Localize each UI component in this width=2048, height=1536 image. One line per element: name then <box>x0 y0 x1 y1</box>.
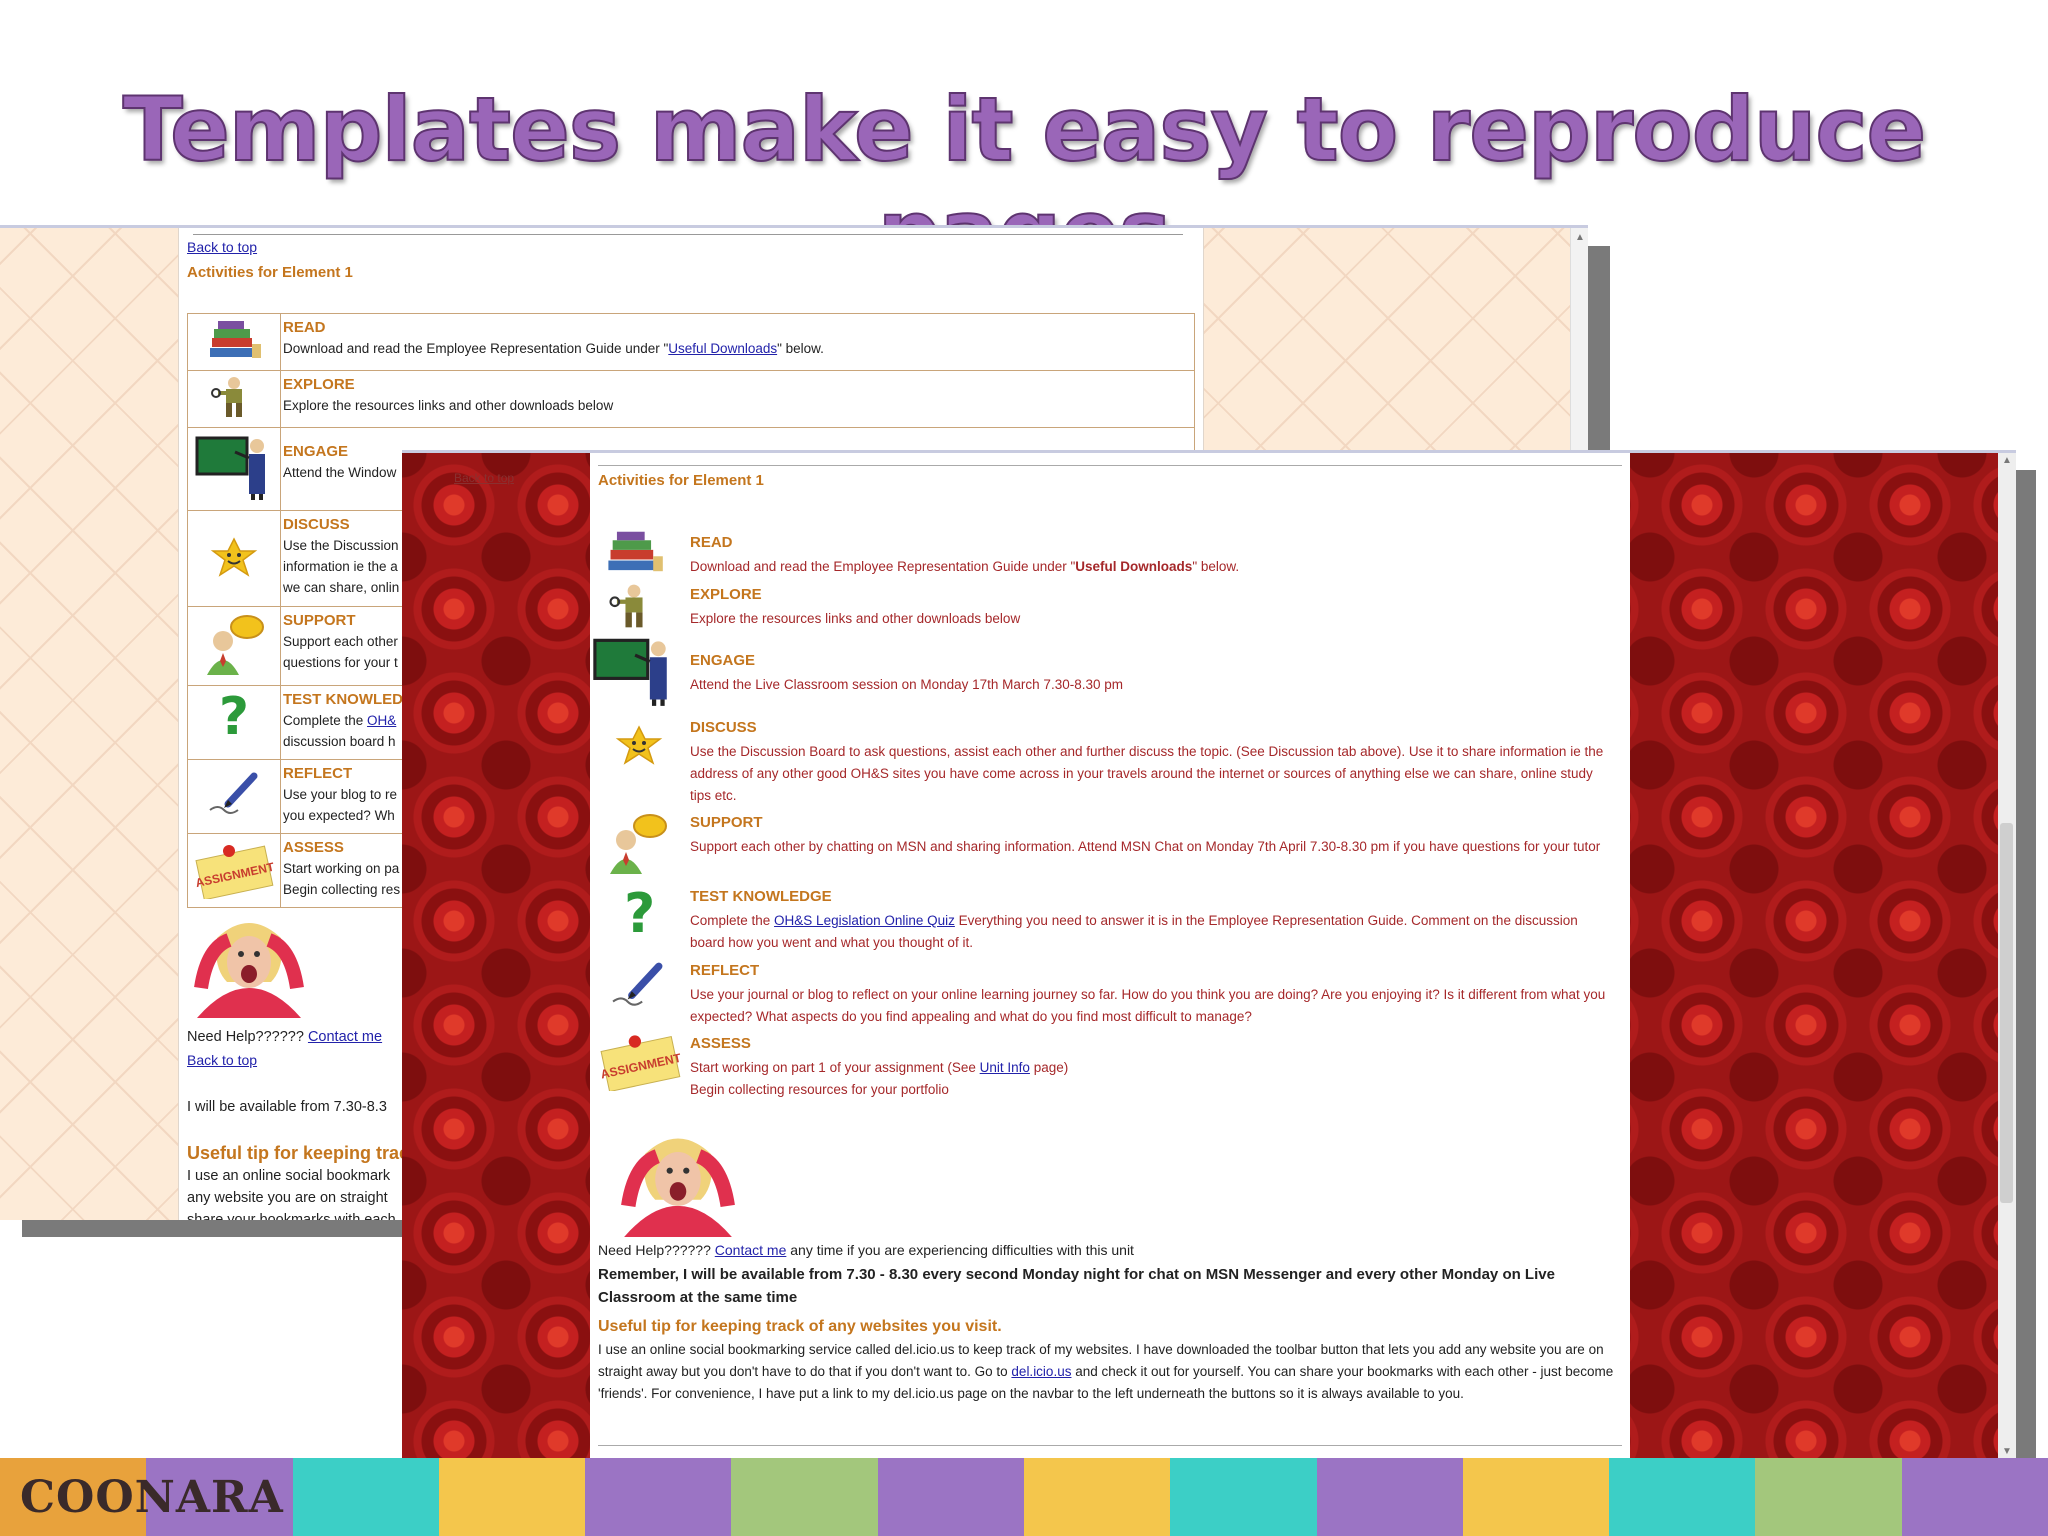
banner-stripe <box>877 1458 1024 1536</box>
banner-stripe <box>1901 1458 2048 1536</box>
banner-stripe <box>1023 1458 1171 1536</box>
quiz-link[interactable]: OH&S Legislation Online Quiz <box>774 913 955 928</box>
activity-read: READ Download and read the Employee Repre… <box>280 313 1195 371</box>
useful-tip-heading: Useful tip for keeping track of any webs… <box>598 1318 1002 1335</box>
banner-stripe <box>731 1458 878 1536</box>
scrollbar-thumb[interactable] <box>2000 823 2013 1203</box>
banner-stripe <box>1755 1458 1902 1536</box>
quiz-link[interactable]: OH& <box>367 713 396 728</box>
activity-support: SUPPORT Support each other by chatting o… <box>590 814 1630 884</box>
tip-paragraph: I use an online social bookmarking servi… <box>598 1342 1614 1401</box>
tip-line: share your bookmarks with each <box>187 1212 396 1220</box>
scroll-up-icon[interactable]: ▲ <box>2002 455 2012 466</box>
assignment-note-icon: ASSIGNMENT <box>187 833 281 908</box>
back-to-top-link[interactable]: Back to top <box>454 471 514 485</box>
need-help-text: Need Help?????? Contact me any time if y… <box>598 1242 1134 1258</box>
banner-stripe <box>1609 1458 1756 1536</box>
divider <box>598 465 1622 466</box>
activity-explore: EXPLORE Explore the resources links and … <box>590 584 1630 634</box>
banner-stripe <box>292 1458 439 1536</box>
back-to-top-link[interactable]: Back to top <box>187 239 257 255</box>
activities-heading: Activities for Element 1 <box>598 472 764 489</box>
scroll-down-icon[interactable]: ▼ <box>2002 1446 2012 1457</box>
activity-reflect: REFLECT Use your journal or blog to refl… <box>590 962 1630 1032</box>
banner-stripe <box>1462 1458 1610 1536</box>
chat-person-icon <box>610 814 667 874</box>
contact-me-link[interactable]: Contact me <box>715 1242 787 1258</box>
useful-tip-heading: Useful tip for keeping track <box>187 1143 420 1163</box>
activity-row: EXPLORE Explore the resources links and o… <box>187 370 1195 428</box>
blackboard-teacher-icon <box>187 427 281 511</box>
availability-notice: Remember, I will be available from 7.30 … <box>598 1266 1555 1306</box>
divider <box>193 234 1183 235</box>
activities-heading: Activities for Element 1 <box>187 264 353 281</box>
activity-explore: EXPLORE Explore the resources links and o… <box>280 370 1195 428</box>
contact-me-link[interactable]: Contact me <box>308 1029 382 1045</box>
unit-info-link[interactable]: Unit Info <box>980 1060 1030 1075</box>
tip-line: I use an online social bookmark <box>187 1168 391 1184</box>
front-screenshot: Back to top Activities for Element 1 REA… <box>402 450 2016 1459</box>
activity-engage: ENGAGE Attend the Live Classroom session… <box>590 638 1630 708</box>
blackboard-teacher-icon <box>593 638 667 706</box>
activity-test-knowledge: ? TEST KNOWLEDGE Complete the OH&S Legis… <box>624 882 1578 950</box>
stressed-woman-photo <box>194 923 304 1018</box>
activity-row: READ Download and read the Employee Repre… <box>187 313 1195 371</box>
banner-stripe <box>1170 1458 1317 1536</box>
banner-stripe <box>585 1458 732 1536</box>
front-screenshot-shadow <box>2016 470 2036 1476</box>
brand-logo-text: COONARA <box>20 1472 284 1523</box>
explorer-icon <box>187 370 281 428</box>
smiley-star-icon <box>615 725 663 765</box>
stressed-woman-photo <box>621 1138 735 1237</box>
books-icon <box>187 313 281 371</box>
scroll-up-icon[interactable]: ▲ <box>1575 232 1585 243</box>
chat-person-icon <box>187 606 281 686</box>
books-icon <box>608 531 663 572</box>
color-stripe-banner <box>0 1458 2048 1536</box>
useful-downloads-label: Useful Downloads <box>1075 559 1193 574</box>
smiley-star-icon <box>187 510 281 607</box>
question-mark-icon: ? <box>624 882 656 945</box>
pen-writing-icon <box>187 759 281 834</box>
useful-downloads-link[interactable]: Useful Downloads <box>668 341 777 356</box>
need-help-text: Need Help?????? Contact me <box>187 1029 383 1045</box>
front-page-content: Activities for Element 1 READ Download a… <box>590 453 1630 1459</box>
banner-stripe <box>438 1458 586 1536</box>
availability-text: I will be available from 7.30-8.3 <box>187 1099 387 1115</box>
assignment-note-icon: ASSIGNMENT <box>599 1035 682 1091</box>
pen-writing-icon <box>612 962 663 1006</box>
banner-stripe <box>1316 1458 1463 1536</box>
activity-discuss: DISCUSS Use the Discussion Board to ask … <box>590 719 1630 809</box>
back-to-top-link[interactable]: Back to top <box>187 1052 257 1068</box>
question-mark-icon: ? <box>187 685 281 760</box>
activity-read: READ Download and read the Employee Repr… <box>590 531 1630 582</box>
activity-assess: ASSIGNMENT ASSESS Start working on part … <box>590 1035 1630 1105</box>
front-scrollbar[interactable]: ▲ ▼ <box>1998 453 2016 1459</box>
delicious-link[interactable]: del.icio.us <box>1011 1364 1071 1379</box>
explorer-icon <box>609 584 643 628</box>
divider <box>598 1445 1622 1446</box>
tip-line: any website you are on straight <box>187 1190 388 1206</box>
